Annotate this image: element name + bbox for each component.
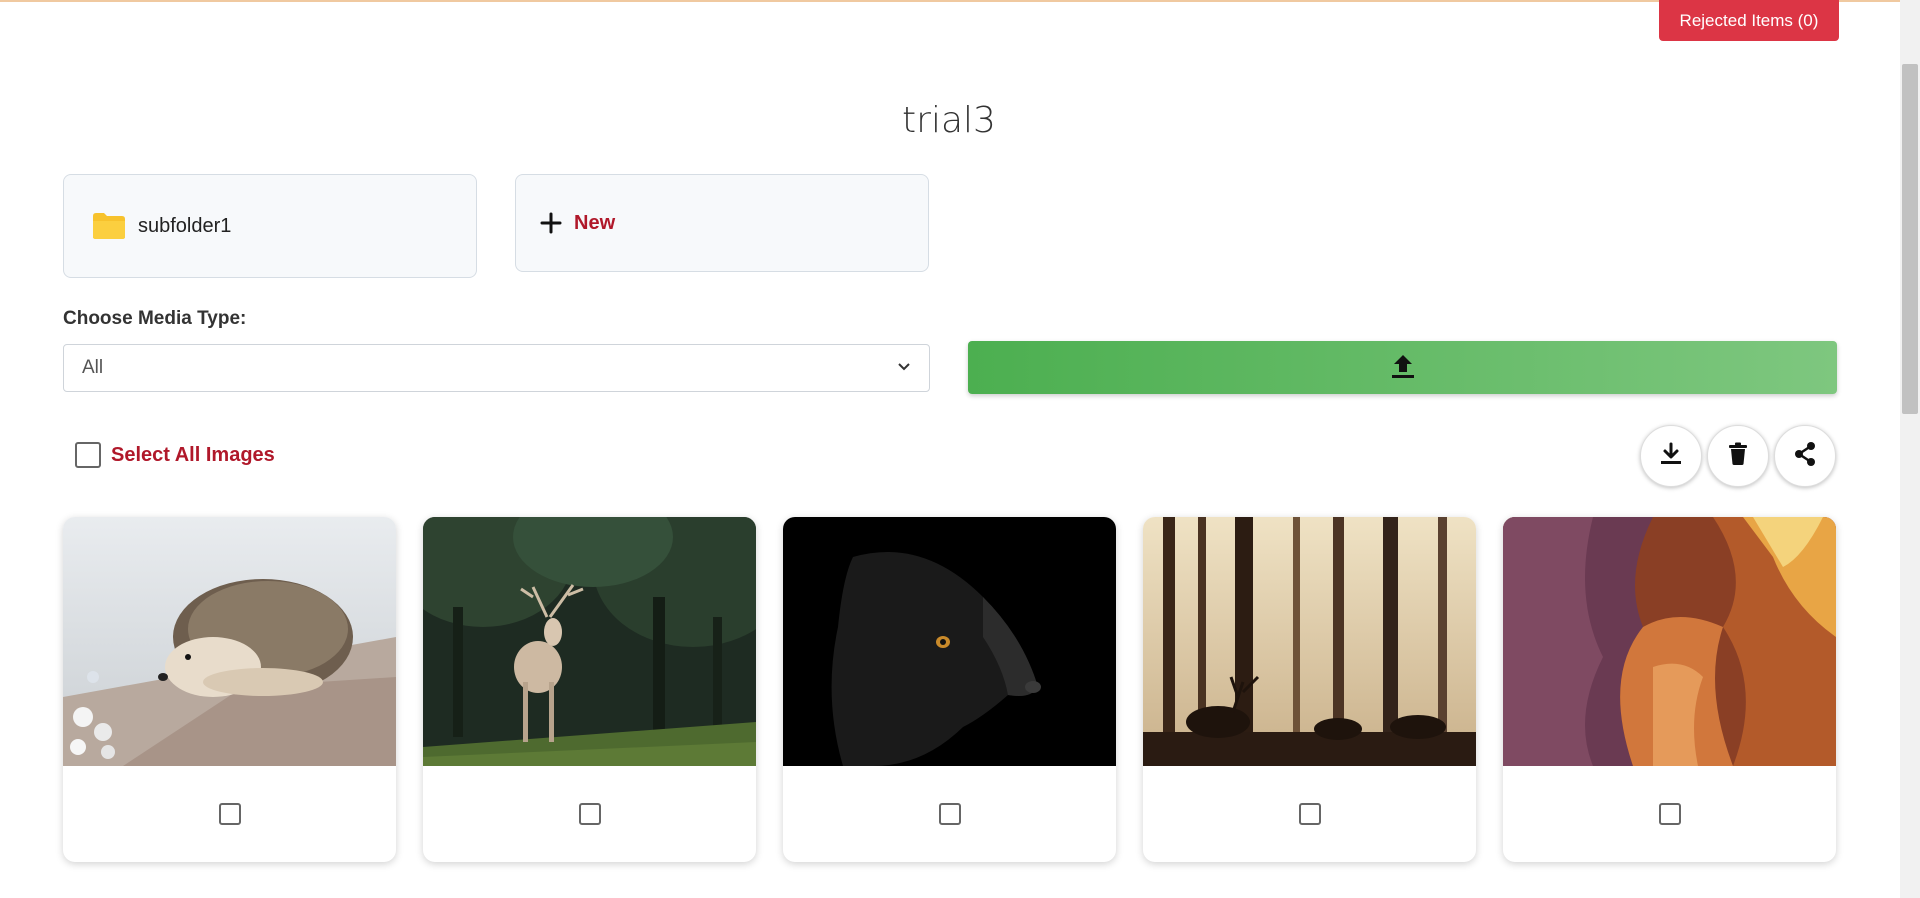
image-card-footer — [783, 766, 1116, 862]
image-checkbox[interactable] — [578, 803, 601, 825]
image-card[interactable] — [423, 517, 756, 862]
image-card[interactable] — [1143, 517, 1476, 862]
image-card-footer — [63, 766, 396, 862]
chevron-down-icon — [897, 359, 911, 377]
image-checkbox[interactable] — [218, 803, 241, 825]
download-button[interactable] — [1640, 425, 1702, 487]
image-checkbox[interactable] — [1658, 803, 1681, 825]
image-card[interactable] — [63, 517, 396, 862]
image-checkbox[interactable] — [938, 803, 961, 825]
image-card-footer — [423, 766, 756, 862]
upload-button[interactable] — [968, 341, 1837, 394]
share-button[interactable] — [1774, 425, 1836, 487]
media-type-select[interactable]: All — [63, 344, 930, 392]
image-card[interactable] — [1503, 517, 1836, 862]
image-card-footer — [1143, 766, 1476, 862]
image-card[interactable] — [783, 517, 1116, 862]
image-card-footer — [1503, 766, 1836, 862]
delete-button[interactable] — [1707, 425, 1769, 487]
plus-icon — [540, 207, 562, 239]
image-hedgehog[interactable] — [63, 517, 396, 766]
page-title: trial3 — [902, 100, 996, 141]
select-all-label[interactable]: Select All Images — [111, 444, 275, 467]
folder-name: subfolder1 — [138, 214, 232, 237]
image-forest-silhouette[interactable] — [1143, 517, 1476, 766]
upload-icon — [1389, 352, 1417, 383]
share-icon — [1792, 441, 1818, 472]
media-type-selected: All — [82, 357, 104, 378]
select-all[interactable]: Select All Images — [75, 442, 275, 468]
select-all-checkbox[interactable] — [75, 442, 101, 468]
image-canyon[interactable] — [1503, 517, 1836, 766]
trash-icon — [1727, 442, 1749, 471]
folder-card-subfolder1[interactable]: subfolder1 — [63, 174, 477, 278]
new-folder-label: New — [574, 211, 616, 234]
new-folder-button[interactable]: New — [515, 174, 929, 272]
image-deer[interactable] — [423, 517, 756, 766]
image-checkbox[interactable] — [1298, 803, 1321, 825]
download-icon — [1658, 441, 1684, 472]
image-dog[interactable] — [783, 517, 1116, 766]
top-border — [0, 0, 1900, 2]
media-type-label: Choose Media Type: — [63, 308, 247, 329]
scrollbar-thumb[interactable] — [1902, 64, 1918, 414]
folder-icon — [92, 212, 126, 240]
rejected-items-button[interactable]: Rejected Items (0) — [1659, 0, 1839, 41]
